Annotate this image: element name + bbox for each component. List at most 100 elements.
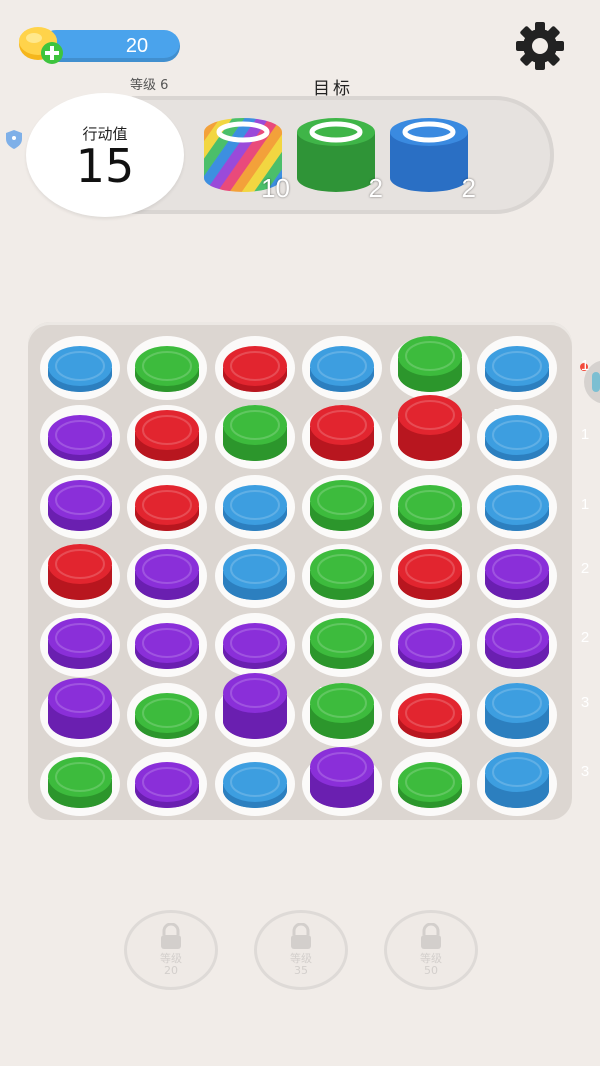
board-cell[interactable]: 1 — [477, 405, 589, 470]
board-cell[interactable]: 3 — [40, 542, 152, 608]
purple-stack-piece[interactable]: 2 — [483, 616, 589, 670]
board-cell[interactable]: 2 — [302, 613, 414, 678]
coin-count: 20 — [125, 35, 149, 57]
board-cell[interactable]: 2 — [127, 405, 240, 470]
green-stack-piece[interactable]: 1 — [396, 760, 502, 808]
locked-booster-slot[interactable]: 等级 35 — [254, 910, 348, 990]
blue-stack-piece[interactable]: 1 — [483, 483, 589, 531]
board-cell[interactable]: 1 — [389, 682, 502, 747]
shield-icon[interactable] — [3, 128, 25, 150]
green-stack-piece[interactable]: 3 — [221, 403, 327, 462]
red-stack-piece[interactable]: 2 — [396, 547, 502, 600]
board-cell[interactable]: 3 — [477, 750, 589, 816]
lock-icon — [421, 923, 441, 949]
stack-height-label: 2 — [580, 629, 590, 647]
green-stack-piece[interactable]: 2 — [46, 755, 152, 808]
board-cell[interactable]: 3 — [302, 403, 414, 470]
purple-stack-piece[interactable]: 1 — [133, 760, 240, 808]
board-cell[interactable]: 2 — [214, 543, 327, 608]
green-stack-piece[interactable]: 1 — [133, 344, 240, 392]
coin-add-icon[interactable] — [18, 26, 64, 64]
blue-stack-piece[interactable]: 1 — [221, 483, 327, 531]
red-stack-piece[interactable]: 1 — [221, 344, 327, 392]
board-cell[interactable]: 1 — [127, 682, 240, 747]
board-cell[interactable]: 3 — [302, 681, 414, 747]
board-cell[interactable]: 2 — [40, 751, 152, 816]
board-cell[interactable]: 1 — [214, 474, 327, 539]
blue-stack-piece[interactable]: 1 — [483, 413, 589, 462]
purple-stack-piece[interactable]: 2 — [483, 547, 589, 600]
board-cell[interactable]: 1 — [302, 336, 414, 400]
board-cell[interactable]: 1 — [477, 474, 589, 539]
settings-gear-icon[interactable] — [512, 20, 568, 72]
board-cell[interactable]: 4 — [40, 677, 152, 747]
blue-stack-piece[interactable]: 1 — [46, 344, 152, 392]
board-cell[interactable]: 1 — [127, 751, 240, 816]
board-cell[interactable]: 3 — [477, 681, 589, 747]
board-cell[interactable]: 1 — [214, 613, 327, 678]
board-cell[interactable]: 2 — [389, 543, 502, 608]
purple-stack-piece[interactable]: 2 — [46, 478, 152, 531]
green-stack-piece[interactable]: 1 — [133, 691, 240, 739]
board-cell[interactable]: 2 — [302, 474, 414, 539]
board-cell[interactable]: 2 — [40, 613, 152, 678]
board-cell[interactable]: 1 — [477, 336, 589, 400]
blue-cylinder-icon — [390, 118, 468, 192]
red-stack-piece[interactable]: 1 — [396, 691, 502, 739]
locked-booster-slot[interactable]: 等级 20 — [124, 910, 218, 990]
board-cell[interactable]: 5 — [389, 395, 502, 470]
blue-stack-piece[interactable]: 1 — [483, 344, 589, 392]
board-cell[interactable]: 2 — [40, 474, 152, 539]
red-stack-piece[interactable]: 5 — [396, 393, 502, 462]
board-cell[interactable]: 1 — [389, 751, 502, 816]
lock-icon — [161, 923, 181, 949]
purple-stack-piece[interactable]: 1 — [221, 621, 327, 670]
goal-blue: 2 — [386, 112, 476, 203]
board-cell[interactable]: 3 — [389, 334, 502, 400]
red-stack-piece[interactable]: 2 — [133, 408, 240, 462]
board-cell[interactable]: 1 — [214, 336, 327, 400]
moves-value: 15 — [75, 139, 135, 193]
green-stack-piece[interactable]: 3 — [396, 334, 502, 392]
green-stack-piece[interactable]: 2 — [308, 478, 414, 531]
board-cell[interactable]: 1 — [127, 336, 240, 400]
board-cell[interactable]: 2 — [127, 543, 240, 608]
red-stack-piece[interactable]: 3 — [46, 542, 152, 600]
board-cell[interactable]: 1 — [127, 613, 240, 678]
purple-stack-piece[interactable]: 1 — [133, 621, 240, 670]
board-cell[interactable]: 5 — [214, 672, 327, 747]
green-stack-piece[interactable]: 3 — [308, 681, 414, 739]
lock-level-value: 50 — [424, 964, 438, 977]
board-cell[interactable]: 1 — [40, 405, 152, 470]
purple-stack-piece[interactable]: 2 — [46, 616, 152, 670]
board-cell[interactable]: 2 — [302, 543, 414, 608]
blue-stack-piece[interactable]: 1 — [308, 344, 414, 392]
purple-stack-piece[interactable]: 1 — [396, 621, 502, 670]
purple-stack-piece[interactable]: 4 — [308, 745, 414, 808]
red-stack-piece[interactable]: 3 — [308, 403, 414, 462]
goal-count: 2 — [461, 173, 476, 203]
locked-booster-slot[interactable]: 等级 50 — [384, 910, 478, 990]
blue-stack-piece[interactable]: 3 — [483, 750, 589, 808]
blue-stack-piece[interactable]: 3 — [483, 681, 589, 739]
board-cell[interactable]: 4 — [302, 746, 414, 816]
board-cell[interactable]: 1 — [389, 474, 502, 539]
board-cell[interactable]: 1 — [214, 751, 327, 816]
green-stack-piece[interactable]: 2 — [308, 547, 414, 600]
stack-height-label: 1 — [580, 495, 590, 513]
board-cell[interactable]: 2 — [477, 613, 589, 678]
purple-stack-piece[interactable]: 5 — [221, 671, 327, 739]
purple-stack-piece[interactable]: 4 — [46, 676, 152, 739]
blue-stack-piece[interactable]: 1 — [221, 760, 327, 808]
blue-stack-piece[interactable]: 2 — [221, 547, 327, 600]
purple-stack-piece[interactable]: 2 — [133, 547, 240, 600]
green-stack-piece[interactable]: 1 — [396, 483, 502, 531]
green-stack-piece[interactable]: 2 — [308, 616, 414, 670]
purple-stack-piece[interactable]: 1 — [46, 413, 152, 462]
board-cell[interactable]: 1 — [40, 336, 152, 400]
board-cell[interactable]: 3 — [214, 403, 327, 470]
board-cell[interactable]: 1 — [127, 474, 240, 539]
red-stack-piece[interactable]: 1 — [133, 483, 240, 531]
board-cell[interactable]: 1 — [389, 613, 502, 678]
board-cell[interactable]: 2 — [477, 543, 589, 608]
